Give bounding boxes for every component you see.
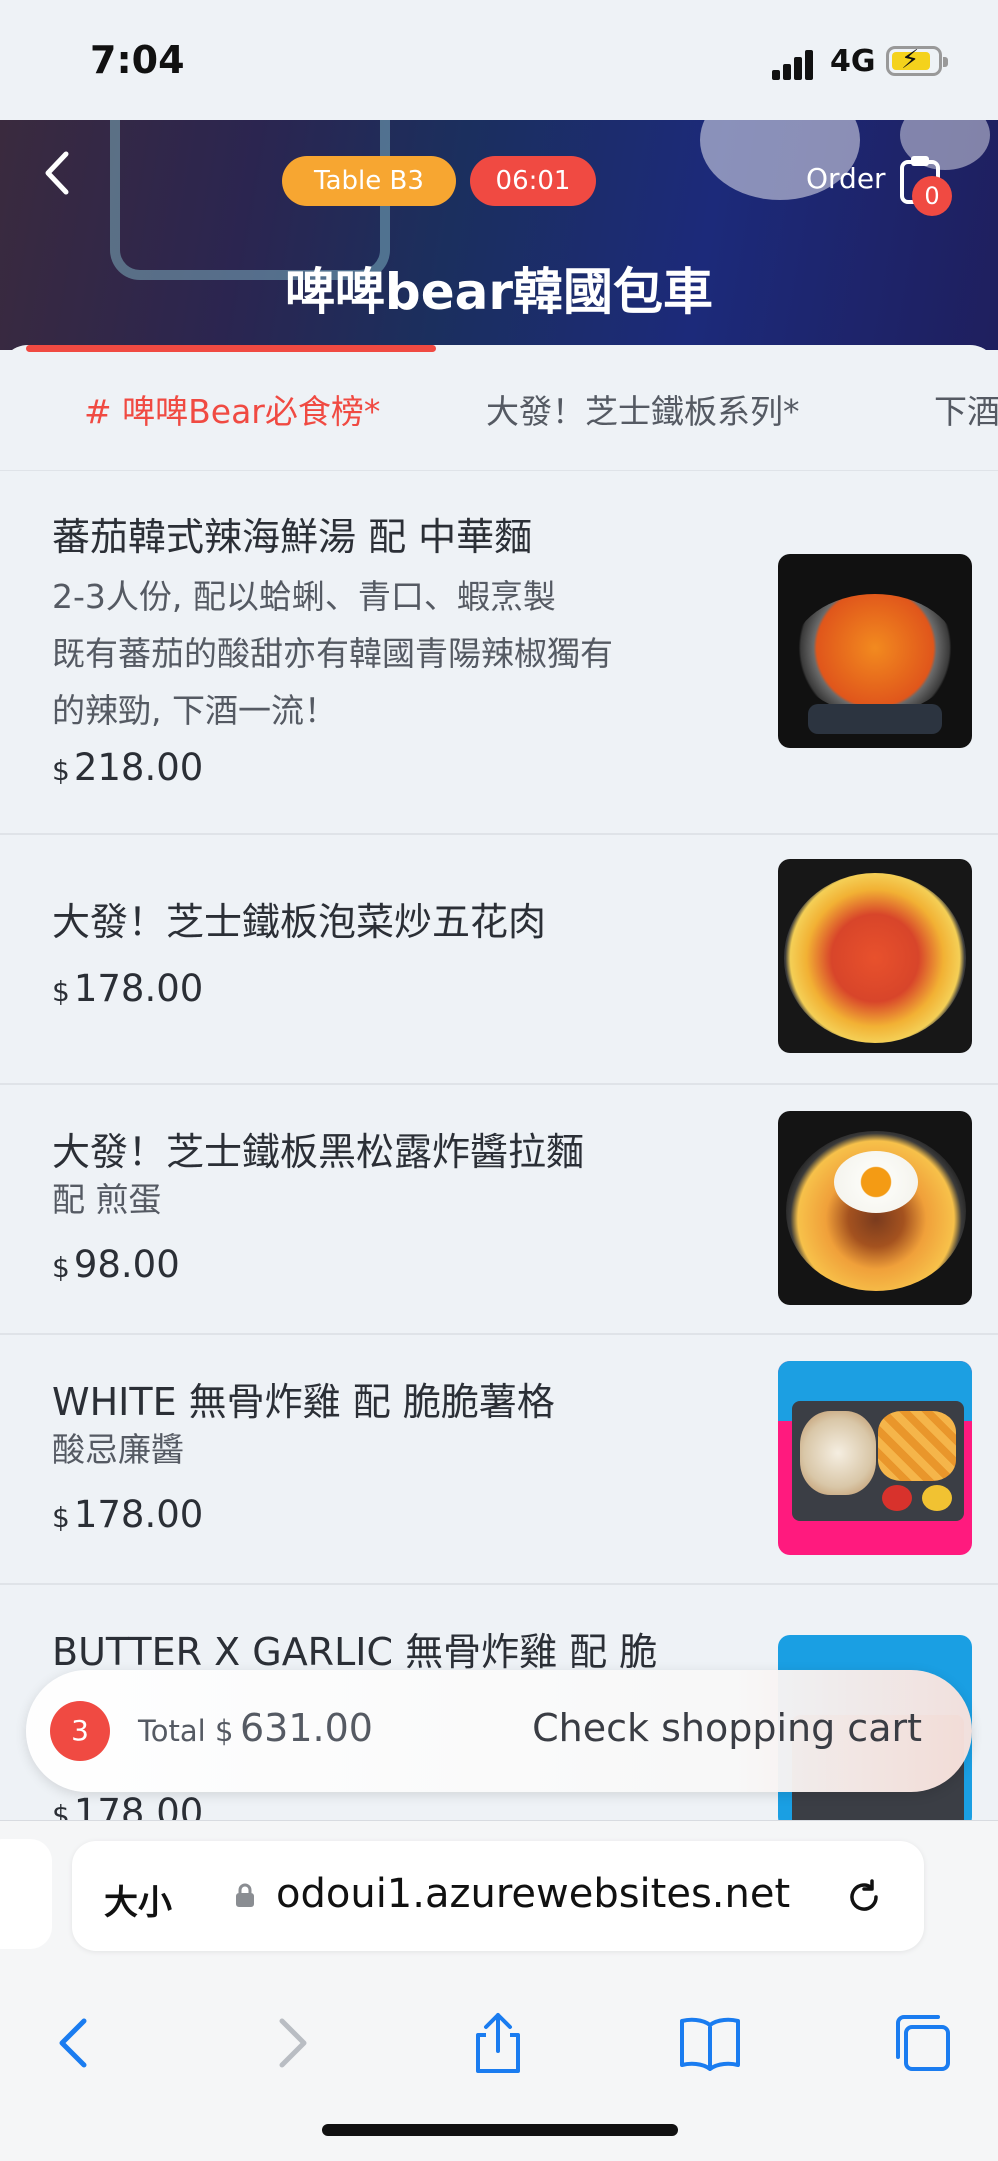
home-indicator: [322, 2124, 678, 2136]
reload-icon[interactable]: [842, 1875, 886, 1919]
order-count-badge: 0: [912, 176, 952, 216]
item-name: 大發！芝士鐵板黑松露炸醬拉麵: [52, 1130, 585, 1174]
total-value: 631.00: [240, 1706, 373, 1750]
item-name: BUTTER X GARLIC 無骨炸雞 配 脆: [52, 1630, 658, 1674]
status-bar: 7:04 4G ⚡: [0, 0, 998, 120]
item-image[interactable]: [778, 859, 972, 1053]
item-price: $178.00: [52, 1493, 204, 1536]
bookmarks-icon[interactable]: [678, 2011, 742, 2075]
item-image[interactable]: [778, 554, 972, 748]
order-label[interactable]: Order: [806, 162, 886, 195]
item-price: $178.00: [52, 967, 204, 1010]
item-description: 配 煎蛋: [52, 1180, 162, 1219]
lock-icon: [236, 1883, 254, 1907]
menu-item[interactable]: 大發！芝士鐵板泡菜炒五花肉 $178.00: [0, 835, 998, 1085]
tab-drinking-snacks[interactable]: 下酒: [934, 385, 998, 433]
tab-cheese-iron-plate[interactable]: 大發！芝士鐵板系列*: [486, 385, 800, 433]
url-text[interactable]: odoui1.azurewebsites.net: [276, 1871, 790, 1917]
total-label: Total $: [138, 1714, 234, 1748]
back-button[interactable]: [42, 150, 82, 200]
active-tab-indicator: [26, 345, 436, 352]
chevron-left-icon: [45, 151, 69, 195]
item-image[interactable]: [778, 1111, 972, 1305]
table-badge: Table B3: [282, 156, 456, 206]
text-size-button[interactable]: 大小: [104, 1875, 172, 1924]
previous-tab-card[interactable]: [0, 1839, 52, 1949]
timer-badge: 06:01: [470, 156, 596, 206]
store-title: 啤啤bear韓國包車: [284, 263, 714, 321]
tab-bear-must-eat[interactable]: # 啤啤Bear必食榜*: [84, 385, 380, 433]
tabs-icon[interactable]: [890, 2011, 954, 2075]
cart-count-badge: 3: [50, 1701, 110, 1761]
cart-bar[interactable]: 3 Total $ 631.00 Check shopping cart: [26, 1670, 972, 1792]
browser-bottom-bar: 大小 odoui1.azurewebsites.net: [0, 1820, 998, 2161]
address-bar[interactable]: 大小 odoui1.azurewebsites.net: [72, 1841, 924, 1951]
item-image[interactable]: [778, 1361, 972, 1555]
menu-item[interactable]: WHITE 無骨炸雞 配 脆脆薯格 酸忌廉醬 $178.00: [0, 1335, 998, 1585]
back-icon[interactable]: [44, 2011, 108, 2075]
forward-icon[interactable]: [258, 2011, 322, 2075]
menu-item[interactable]: 蕃茄韓式辣海鮮湯 配 中華麵 2-3人份, 配以蛤蜊、青口、蝦烹製 既有蕃茄的酸…: [0, 470, 998, 835]
item-name: 大發！芝士鐵板泡菜炒五花肉: [52, 900, 547, 944]
item-description: 2-3人份, 配以蛤蜊、青口、蝦烹製 既有蕃茄的酸甜亦有韓國青陽辣椒獨有 的辣勁…: [52, 577, 613, 730]
share-icon[interactable]: [466, 2011, 530, 2075]
check-shopping-cart-button[interactable]: Check shopping cart: [532, 1706, 922, 1750]
item-name: WHITE 無骨炸雞 配 脆脆薯格: [52, 1380, 555, 1424]
signal-icon: [772, 48, 816, 80]
item-name: 蕃茄韓式辣海鮮湯 配 中華麵: [52, 515, 533, 559]
status-time: 7:04: [90, 38, 185, 82]
network-type: 4G: [830, 44, 876, 79]
menu-item[interactable]: 大發！芝士鐵板黑松露炸醬拉麵 配 煎蛋 $98.00: [0, 1085, 998, 1335]
item-description: 酸忌廉醬: [52, 1430, 184, 1469]
category-tabs: # 啤啤Bear必食榜* 大發！芝士鐵板系列* 下酒: [0, 345, 998, 471]
item-price: $98.00: [52, 1243, 180, 1286]
item-price: $218.00: [52, 746, 204, 789]
battery-icon: ⚡: [886, 45, 948, 76]
